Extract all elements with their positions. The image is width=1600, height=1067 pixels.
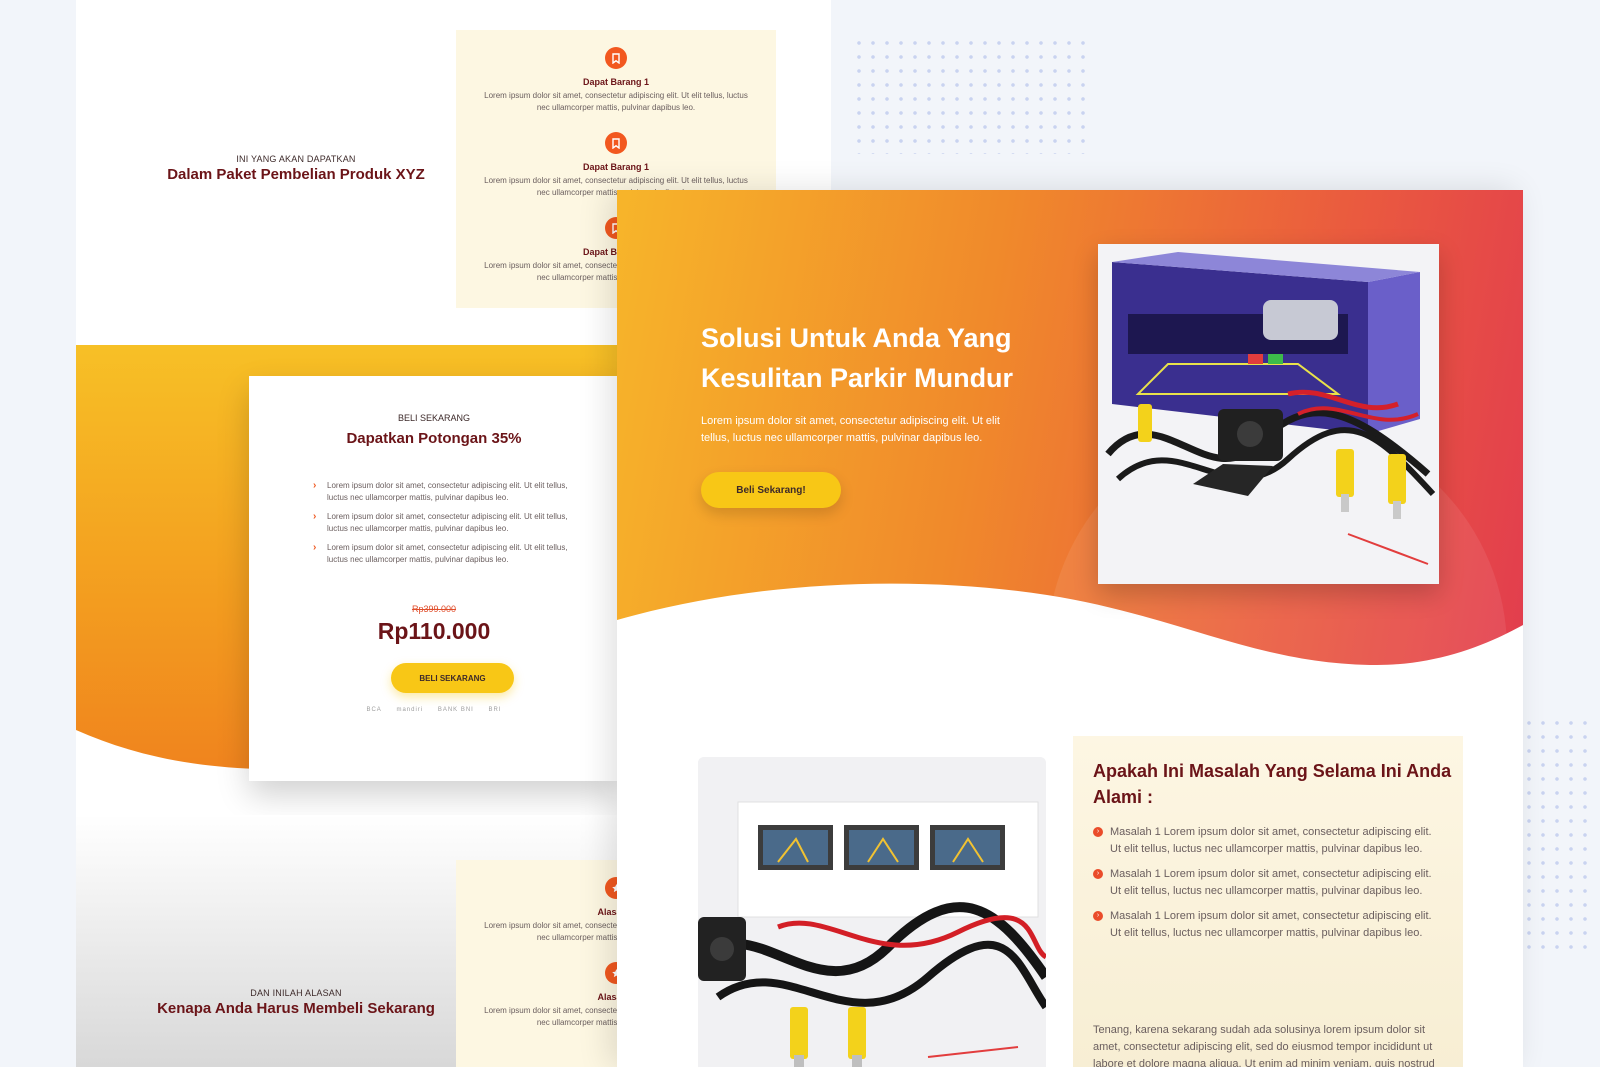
reasons-eyebrow: DAN INILAH ALASAN xyxy=(250,988,342,998)
benefit-text: Lorem ipsum dolor sit amet, consectetur … xyxy=(327,481,568,502)
payment-logos: BCA mandiri BANK BNI BRI xyxy=(249,707,619,713)
problem-list: › Masalah 1 Lorem ipsum dolor sit amet, … xyxy=(1093,824,1438,950)
hero-title: Solusi Untuk Anda Yang Kesulitan Parkir … xyxy=(701,323,1014,393)
list-item: › Lorem ipsum dolor sit amet, consectetur… xyxy=(313,480,585,504)
list-item: › Masalah 1 Lorem ipsum dolor sit amet, … xyxy=(1093,908,1438,942)
bookmark-icon xyxy=(605,47,627,69)
bank-logo-bri: BRI xyxy=(488,707,502,713)
hero-description: Lorem ipsum dolor sit amet, consectetur … xyxy=(701,415,1000,444)
hero-section: Solusi Untuk Anda Yang Kesulitan Parkir … xyxy=(617,190,1523,880)
current-price: Rp110.000 xyxy=(377,618,491,644)
package-eyebrow: INI YANG AKAN DAPATKAN xyxy=(236,154,356,164)
hero-buy-button[interactable]: Beli Sekarang! xyxy=(701,472,841,508)
chevron-circle-icon: › xyxy=(1093,827,1103,837)
problem-product-photo xyxy=(698,757,1046,1067)
feature-title: Dapat Barang 1 xyxy=(582,162,650,172)
problem-text: Masalah 1 Lorem ipsum dolor sit amet, co… xyxy=(1110,826,1432,855)
pricing-title: Dapatkan Potongan 35% xyxy=(346,430,522,447)
problem-section: Apakah Ini Masalah Yang Selama Ini Anda … xyxy=(1073,736,1463,1067)
bank-logo-mandiri: mandiri xyxy=(396,707,424,713)
list-item: › Masalah 1 Lorem ipsum dolor sit amet, … xyxy=(1093,824,1438,858)
reasons-heading: Kenapa Anda Harus Membeli Sekarang xyxy=(157,1000,435,1017)
pricing-benefit-list: › Lorem ipsum dolor sit amet, consectetur… xyxy=(313,480,585,573)
buy-now-button[interactable]: BELI SEKARANG xyxy=(391,663,514,693)
benefit-text: Lorem ipsum dolor sit amet, consectetur … xyxy=(327,512,568,533)
problem-text: Masalah 1 Lorem ipsum dolor sit amet, co… xyxy=(1110,868,1432,897)
chevron-circle-icon: › xyxy=(1093,869,1103,879)
list-item: › Masalah 1 Lorem ipsum dolor sit amet, … xyxy=(1093,866,1438,900)
chevron-right-icon: › xyxy=(313,511,317,522)
problem-text: Masalah 1 Lorem ipsum dolor sit amet, co… xyxy=(1110,910,1432,939)
camera-kit-illustration xyxy=(698,757,1046,1067)
chevron-right-icon: › xyxy=(313,542,317,553)
list-item: › Lorem ipsum dolor sit amet, consectetur… xyxy=(313,542,585,566)
chevron-circle-icon: › xyxy=(1093,911,1103,921)
chevron-right-icon: › xyxy=(313,480,317,491)
solution-paragraph: Tenang, karena sekarang sudah ada solusi… xyxy=(1093,1024,1435,1067)
dot-grid-top xyxy=(852,36,1092,154)
hero-wave xyxy=(617,583,1523,690)
feature-title: Dapat Barang 1 xyxy=(582,77,650,87)
dot-grid-right xyxy=(1522,716,1592,956)
old-price: Rp399.000 xyxy=(411,604,457,614)
feature-item: Dapat Barang 1 Lorem ipsum dolor sit ame… xyxy=(456,47,776,114)
list-item: › Lorem ipsum dolor sit amet, consectetur… xyxy=(313,511,585,535)
feature-desc: Lorem ipsum dolor sit amet, consectetur … xyxy=(484,91,748,112)
hero-product-photo xyxy=(1098,244,1439,584)
bookmark-icon xyxy=(605,132,627,154)
product-box-illustration xyxy=(1098,244,1439,584)
problem-title: Apakah Ini Masalah Yang Selama Ini Anda … xyxy=(1093,761,1452,807)
feature-item: Dapat Barang 1 Lorem ipsum dolor sit ame… xyxy=(456,132,776,199)
front-landing-page: Solusi Untuk Anda Yang Kesulitan Parkir … xyxy=(617,190,1523,1067)
pricing-card: BELI SEKARANG Dapatkan Potongan 35% › Lor… xyxy=(249,376,619,781)
package-heading: Dalam Paket Pembelian Produk XYZ xyxy=(167,166,425,183)
pricing-eyebrow: BELI SEKARANG xyxy=(397,413,471,423)
bank-logo-bni: BANK BNI xyxy=(437,707,474,713)
benefit-text: Lorem ipsum dolor sit amet, consectetur … xyxy=(327,543,568,564)
bank-logo-bca: BCA xyxy=(366,707,382,713)
